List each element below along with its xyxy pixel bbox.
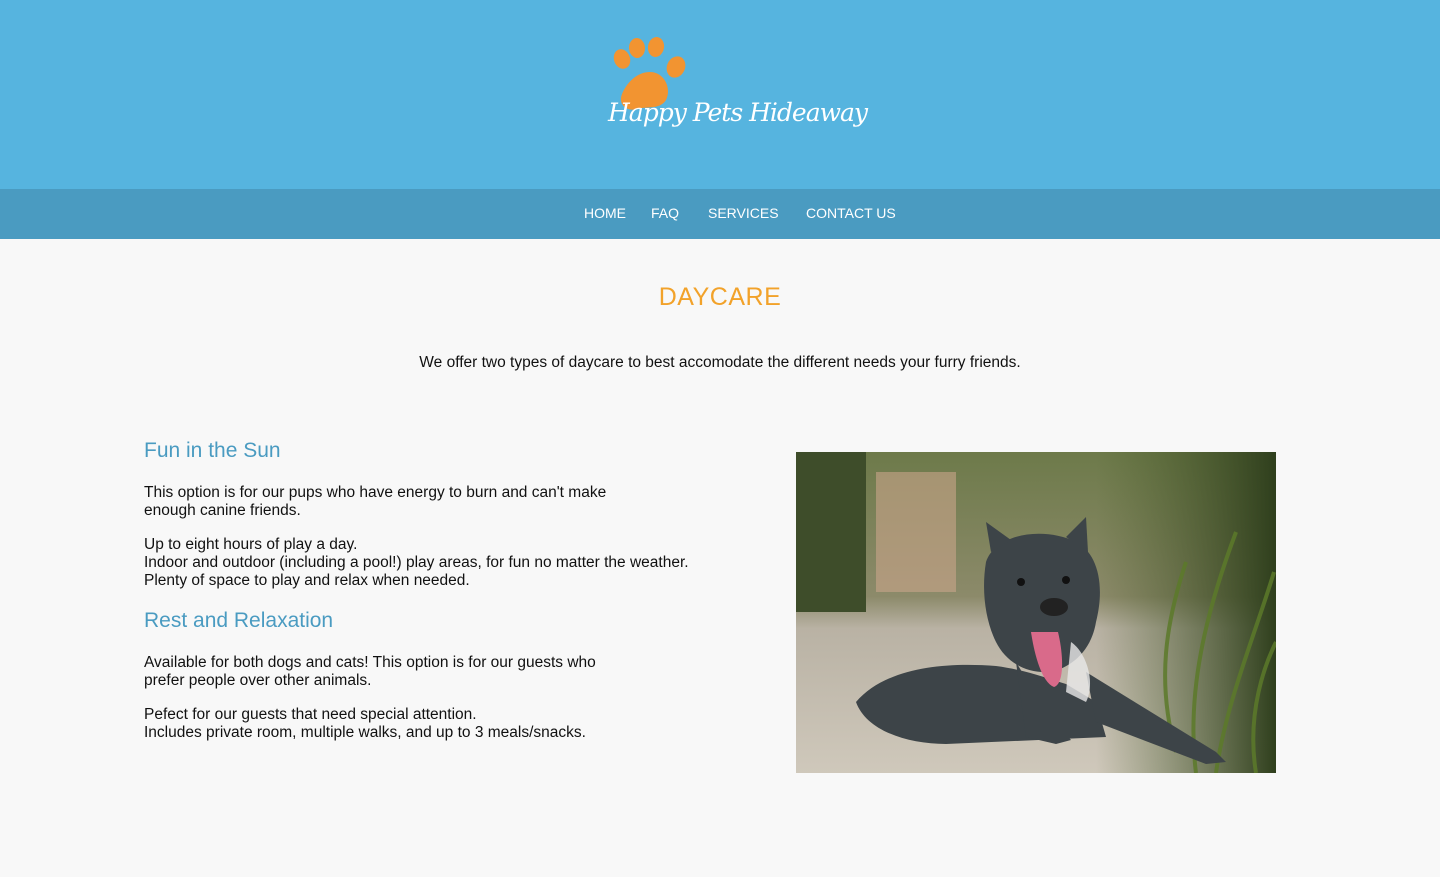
page-intro: We offer two types of daycare to best ac… <box>419 354 1021 371</box>
nav-contact[interactable]: CONTACT US <box>806 205 896 221</box>
text-line: This option is for our pups who have ene… <box>144 484 607 501</box>
text-line: Pefect for our guests that need special … <box>144 706 477 723</box>
text-line: Up to eight hours of play a day. <box>144 536 358 553</box>
services-column: Fun in the Sun This option is for our pu… <box>144 439 744 742</box>
section-text: Available for both dogs and cats! This o… <box>144 654 744 690</box>
text-line: Indoor and outdoor (including a pool!) p… <box>144 554 689 571</box>
text-line: enough canine friends. <box>144 502 301 519</box>
section-heading-fun: Fun in the Sun <box>144 439 281 462</box>
section-text: Pefect for our guests that need special … <box>144 706 744 742</box>
section-heading-rest: Rest and Relaxation <box>144 609 334 632</box>
text-line: prefer people over other animals. <box>144 672 372 689</box>
section-text: Up to eight hours of play a day. Indoor … <box>144 536 744 590</box>
site-logo[interactable]: Happy Pets Hideaway <box>606 36 868 152</box>
site-header: Happy Pets Hideaway <box>0 0 1440 189</box>
main-nav: HOME FAQ SERVICES CONTACT US <box>0 189 1440 239</box>
nav-home[interactable]: HOME <box>584 205 626 221</box>
logo-wordmark: Happy Pets Hideaway <box>608 98 868 127</box>
nav-faq[interactable]: FAQ <box>651 205 679 221</box>
page-title: DAYCARE <box>658 283 782 311</box>
section-text: This option is for our pups who have ene… <box>144 484 744 520</box>
text-line: Available for both dogs and cats! This o… <box>144 654 596 671</box>
text-line: Plenty of space to play and relax when n… <box>144 572 470 589</box>
page-content: DAYCARE We offer two types of daycare to… <box>0 239 1440 877</box>
text-line: Includes private room, multiple walks, a… <box>144 724 586 741</box>
dog-photo <box>796 452 1276 773</box>
nav-services[interactable]: SERVICES <box>708 205 779 221</box>
